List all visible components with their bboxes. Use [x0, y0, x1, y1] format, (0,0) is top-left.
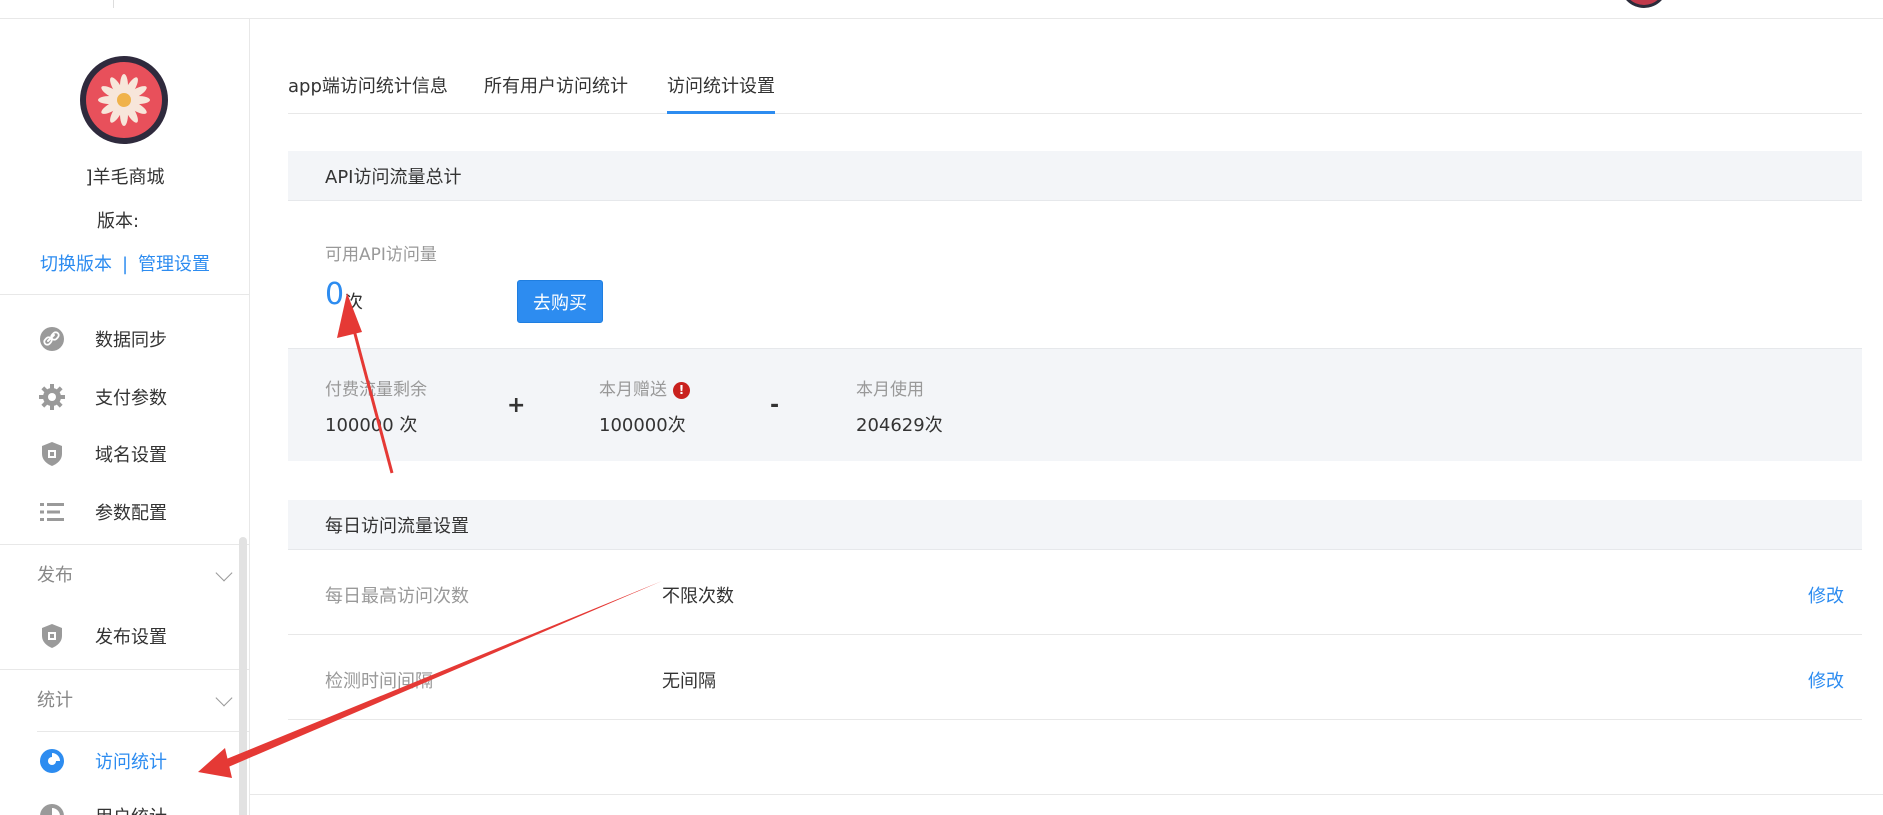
logo-center: [117, 93, 131, 107]
tab-visit-stats-settings[interactable]: 访问统计设置: [667, 72, 775, 114]
version-label: 版本:: [96, 211, 140, 232]
manage-settings-link[interactable]: 管理设置: [138, 254, 210, 275]
flow-breakdown: 付费流量剩余 100000 次 + 本月赠送! 100000次 - 本月使用 2…: [288, 348, 1862, 461]
top-bar-divider: [113, 0, 114, 8]
shield-icon: [42, 442, 62, 466]
user-avatar[interactable]: [1620, 0, 1668, 8]
sidebar-item-visit-stats[interactable]: 访问统计: [0, 733, 249, 789]
content-bottom-divider: [250, 794, 1883, 795]
gear-icon: [39, 384, 65, 410]
sidebar-divider: [0, 544, 249, 545]
list-icon: [40, 503, 64, 521]
link-divider: |: [121, 254, 129, 275]
tab-all-user-visit-stats[interactable]: 所有用户访问统计: [484, 72, 628, 114]
shop-name: ]羊毛商城: [85, 167, 165, 188]
tab-app-visit-stats[interactable]: app端访问统计信息: [288, 72, 448, 114]
sidebar-item-label: 数据同步: [95, 330, 167, 351]
pie-chart-icon: [40, 804, 64, 815]
row-label: 每日最高访问次数: [325, 586, 469, 607]
sidebar-item-domain[interactable]: 域名设置: [0, 426, 249, 482]
sidebar-divider: [0, 294, 249, 295]
sidebar-item-publish-settings[interactable]: 发布设置: [0, 608, 249, 664]
tab-bar: app端访问统计信息 所有用户访问统计 访问统计设置: [288, 60, 1862, 114]
sidebar-links: 切换版本 | 管理设置: [0, 250, 250, 276]
top-bar: [0, 0, 1883, 19]
buy-button[interactable]: 去购买: [517, 280, 603, 323]
settings-row: 每日最高访问次数 不限次数 修改: [288, 550, 1862, 635]
sidebar-divider: [37, 731, 249, 732]
sidebar-item-label: 发布设置: [95, 627, 167, 648]
sidebar-item-label: 用户统计: [95, 803, 167, 815]
monthly-gift-value: 100000次: [599, 415, 686, 436]
sidebar-item-label: 访问统计: [95, 752, 167, 773]
switch-version-link[interactable]: 切换版本: [40, 254, 112, 275]
monthly-gift-label-wrap: 本月赠送!: [599, 375, 690, 400]
available-api-unit: 次: [345, 292, 363, 313]
sidebar-section-stats[interactable]: 统计: [0, 672, 249, 726]
sidebar-item-label: 域名设置: [95, 445, 167, 466]
monthly-used-value: 204629次: [856, 415, 943, 436]
paid-remaining-value: 100000 次: [325, 415, 418, 436]
row-value: 不限次数: [662, 586, 734, 607]
section-label: 统计: [37, 690, 73, 711]
section-label: 发布: [37, 565, 73, 586]
available-api-label: 可用API访问量: [325, 245, 437, 265]
available-api-value: 0: [325, 277, 345, 312]
shield-icon: [42, 624, 62, 648]
monthly-used-label: 本月使用: [856, 380, 924, 400]
chevron-down-icon: [215, 689, 233, 707]
info-icon[interactable]: !: [673, 382, 690, 399]
sidebar-scrollbar[interactable]: [239, 537, 247, 815]
sidebar-section-publish[interactable]: 发布: [0, 547, 249, 601]
row-label: 检测时间间隔: [325, 671, 433, 692]
sidebar-item-user-stats[interactable]: 用户统计: [0, 788, 249, 815]
shop-logo: [80, 56, 168, 144]
edit-link[interactable]: 修改: [1808, 667, 1844, 693]
plus-operator: +: [507, 393, 526, 418]
daily-settings-header: 每日访问流量设置: [288, 500, 1862, 550]
sidebar: ]羊毛商城 版本: 切换版本 | 管理设置 数据同步 支付参数 域名设置 参数配…: [0, 19, 250, 815]
sidebar-item-payment[interactable]: 支付参数: [0, 369, 249, 425]
monthly-gift-label: 本月赠送: [599, 380, 667, 400]
sidebar-item-data-sync[interactable]: 数据同步: [0, 311, 249, 367]
link-icon: [40, 327, 64, 351]
api-total-header: API访问流量总计: [288, 151, 1862, 201]
section-title: 每日访问流量设置: [325, 515, 469, 537]
sidebar-divider: [0, 669, 249, 670]
sidebar-item-label: 参数配置: [95, 503, 167, 524]
edit-link[interactable]: 修改: [1808, 582, 1844, 608]
section-title: API访问流量总计: [325, 166, 462, 188]
pie-chart-icon: [40, 749, 64, 773]
settings-row: 检测时间间隔 无间隔 修改: [288, 635, 1862, 720]
sidebar-item-label: 支付参数: [95, 388, 167, 409]
minus-operator: -: [770, 393, 780, 418]
sidebar-item-params[interactable]: 参数配置: [0, 484, 249, 540]
chevron-down-icon: [215, 564, 233, 582]
paid-remaining-label: 付费流量剩余: [325, 380, 427, 400]
row-value: 无间隔: [662, 671, 716, 692]
